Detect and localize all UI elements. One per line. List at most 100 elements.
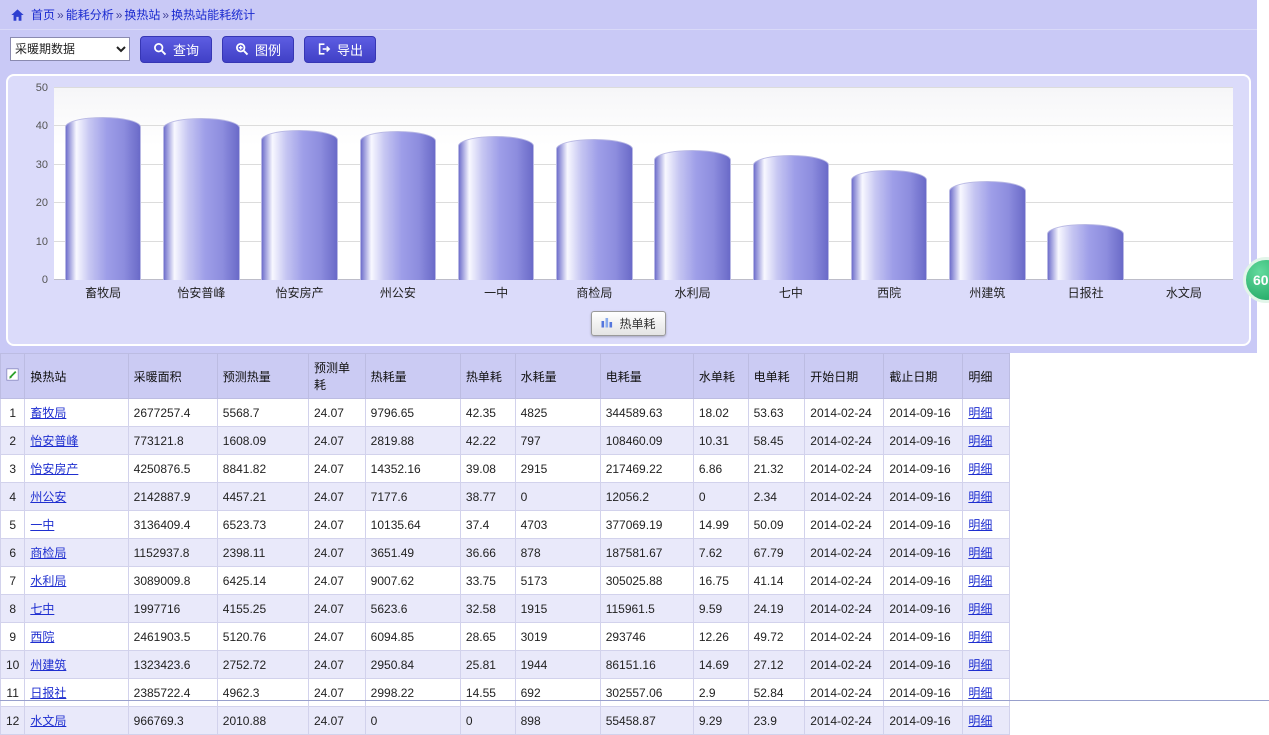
- table-row[interactable]: 1畜牧局2677257.45568.724.079796.6542.354825…: [1, 399, 1010, 427]
- data-cell: 12056.2: [600, 483, 693, 511]
- table-row[interactable]: 6商检局1152937.82398.1124.073651.4936.66878…: [1, 539, 1010, 567]
- table-row[interactable]: 7水利局3089009.86425.1424.079007.6233.75517…: [1, 567, 1010, 595]
- column-header[interactable]: 明细: [963, 354, 1010, 399]
- station-link[interactable]: 七中: [30, 602, 54, 616]
- query-button[interactable]: 查询: [140, 36, 212, 63]
- row-number: 9: [1, 623, 25, 651]
- detail-link[interactable]: 明细: [968, 658, 992, 672]
- edit-grid-icon: [6, 370, 19, 384]
- column-header[interactable]: 预测单耗: [308, 354, 365, 399]
- data-cell: 377069.19: [600, 511, 693, 539]
- detail-link[interactable]: 明细: [968, 518, 992, 532]
- data-cell: 217469.22: [600, 455, 693, 483]
- column-header[interactable]: 水耗量: [515, 354, 600, 399]
- chart-bar[interactable]: [753, 155, 830, 280]
- detail-link[interactable]: 明细: [968, 434, 992, 448]
- export-button[interactable]: 导出: [304, 36, 376, 63]
- station-link[interactable]: 一中: [30, 518, 54, 532]
- station-link[interactable]: 怡安普峰: [30, 434, 78, 448]
- data-cell: 36.66: [460, 539, 515, 567]
- table-row[interactable]: 9西院2461903.55120.7624.076094.8528.653019…: [1, 623, 1010, 651]
- row-number: 8: [1, 595, 25, 623]
- station-link[interactable]: 怡安房产: [30, 462, 78, 476]
- detail-cell: 明细: [963, 399, 1010, 427]
- station-cell: 怡安普峰: [25, 427, 128, 455]
- detail-link[interactable]: 明细: [968, 406, 992, 420]
- breadcrumb-item[interactable]: 换热站: [124, 8, 160, 22]
- button-label: 查询: [173, 40, 199, 59]
- column-header[interactable]: 热耗量: [365, 354, 460, 399]
- chart-bar-slot: [840, 88, 938, 280]
- column-header[interactable]: 截止日期: [884, 354, 963, 399]
- breadcrumb-separator: »: [55, 8, 66, 22]
- breadcrumb-item[interactable]: 首页: [31, 8, 55, 22]
- chart-bar[interactable]: [65, 117, 142, 280]
- period-select[interactable]: 采暖期数据: [10, 37, 130, 61]
- energy-table: 换热站采暖面积预测热量预测单耗热耗量热单耗水耗量电耗量水单耗电单耗开始日期截止日…: [0, 353, 1010, 735]
- table-row[interactable]: 3怡安房产4250876.58841.8224.0714352.1639.082…: [1, 455, 1010, 483]
- chart-bar[interactable]: [360, 131, 437, 280]
- data-cell: 9.59: [693, 595, 748, 623]
- data-cell: 2014-02-24: [805, 595, 884, 623]
- row-number: 3: [1, 455, 25, 483]
- column-header[interactable]: 预测热量: [217, 354, 308, 399]
- detail-link[interactable]: 明细: [968, 714, 992, 728]
- station-link[interactable]: 日报社: [30, 686, 66, 700]
- station-link[interactable]: 水文局: [30, 714, 66, 728]
- home-icon[interactable]: [10, 8, 25, 22]
- station-link[interactable]: 畜牧局: [30, 406, 66, 420]
- table-row[interactable]: 11日报社2385722.44962.324.072998.2214.55692…: [1, 679, 1010, 707]
- chart-legend[interactable]: 热单耗: [591, 311, 665, 336]
- column-header[interactable]: 采暖面积: [128, 354, 217, 399]
- data-cell: 27.12: [748, 651, 805, 679]
- station-link[interactable]: 商检局: [30, 546, 66, 560]
- chart-bar[interactable]: [556, 139, 633, 280]
- button-label: 图例: [255, 40, 281, 59]
- column-header[interactable]: 换热站: [25, 354, 128, 399]
- column-header[interactable]: 水单耗: [693, 354, 748, 399]
- table-row[interactable]: 8七中19977164155.2524.075623.632.581915115…: [1, 595, 1010, 623]
- detail-link[interactable]: 明细: [968, 546, 992, 560]
- x-tick-label: 畜牧局: [54, 284, 152, 301]
- column-header[interactable]: 电单耗: [748, 354, 805, 399]
- data-cell: 6523.73: [217, 511, 308, 539]
- station-link[interactable]: 西院: [30, 630, 54, 644]
- data-cell: 14352.16: [365, 455, 460, 483]
- table-row[interactable]: 5一中3136409.46523.7324.0710135.6437.44703…: [1, 511, 1010, 539]
- table-row[interactable]: 2怡安普峰773121.81608.0924.072819.8842.22797…: [1, 427, 1010, 455]
- station-link[interactable]: 州公安: [30, 490, 66, 504]
- legend-button[interactable]: 图例: [222, 36, 294, 63]
- detail-link[interactable]: 明细: [968, 574, 992, 588]
- data-cell: 2819.88: [365, 427, 460, 455]
- data-cell: 2950.84: [365, 651, 460, 679]
- column-header[interactable]: 开始日期: [805, 354, 884, 399]
- data-cell: 2014-09-16: [884, 511, 963, 539]
- detail-link[interactable]: 明细: [968, 630, 992, 644]
- breadcrumb-item[interactable]: 能耗分析: [66, 8, 114, 22]
- column-header[interactable]: 电耗量: [600, 354, 693, 399]
- chart-bar[interactable]: [851, 170, 928, 280]
- chart-bar[interactable]: [1047, 224, 1124, 280]
- table-corner-cell[interactable]: [1, 354, 25, 399]
- data-cell: 2014-02-24: [805, 539, 884, 567]
- chart-bar[interactable]: [163, 118, 240, 280]
- detail-link[interactable]: 明细: [968, 462, 992, 476]
- station-link[interactable]: 州建筑: [30, 658, 66, 672]
- data-cell: 21.32: [748, 455, 805, 483]
- detail-link[interactable]: 明细: [968, 490, 992, 504]
- table-row[interactable]: 4州公安2142887.94457.2124.077177.638.770120…: [1, 483, 1010, 511]
- detail-link[interactable]: 明细: [968, 602, 992, 616]
- detail-link[interactable]: 明细: [968, 686, 992, 700]
- chart-legend-row: 热单耗: [18, 311, 1239, 336]
- chart-bar[interactable]: [261, 130, 338, 280]
- table-row[interactable]: 12水文局966769.32010.8824.070089855458.879.…: [1, 707, 1010, 735]
- chart-bar[interactable]: [458, 136, 535, 280]
- chart-bar[interactable]: [654, 150, 731, 280]
- station-link[interactable]: 水利局: [30, 574, 66, 588]
- chart-bar[interactable]: [949, 181, 1026, 280]
- column-header[interactable]: 热单耗: [460, 354, 515, 399]
- x-tick-label: 怡安普峰: [152, 284, 250, 301]
- table-row[interactable]: 10州建筑1323423.62752.7224.072950.8425.8119…: [1, 651, 1010, 679]
- data-cell: 55458.87: [600, 707, 693, 735]
- data-cell: 3019: [515, 623, 600, 651]
